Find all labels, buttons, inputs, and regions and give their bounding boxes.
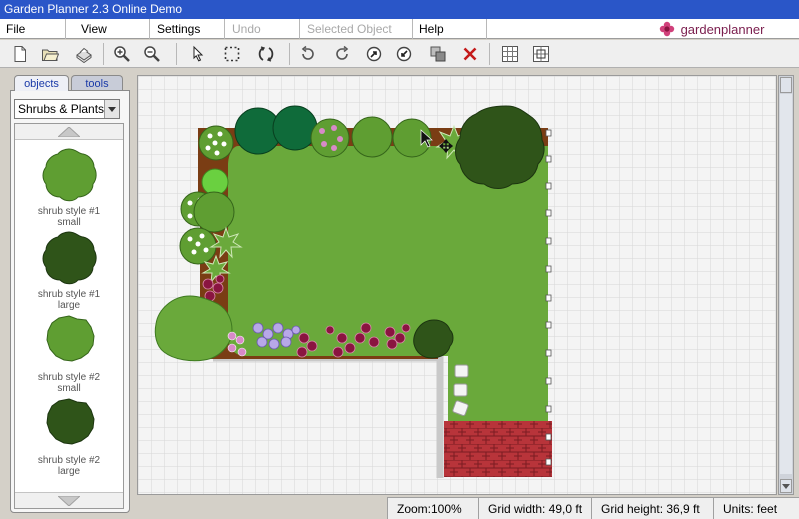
select-tool-button[interactable] bbox=[186, 42, 210, 66]
shrub-size-label: small bbox=[57, 383, 81, 394]
menu-settings[interactable]: Settings bbox=[151, 19, 225, 39]
open-button[interactable] bbox=[38, 42, 62, 66]
large-tree[interactable] bbox=[455, 105, 545, 189]
shrub-light[interactable] bbox=[351, 116, 393, 158]
shrub-size-label: large bbox=[57, 300, 81, 311]
dark-shrub[interactable] bbox=[413, 319, 454, 359]
stepping-stone[interactable] bbox=[453, 383, 468, 397]
grid-toggle-button[interactable] bbox=[498, 42, 522, 66]
marquee-select-button[interactable] bbox=[220, 42, 244, 66]
window-title: Garden Planner 2.3 Online Demo bbox=[4, 2, 183, 16]
scroll-down-arrow-icon bbox=[58, 495, 80, 506]
scroll-down-button[interactable] bbox=[780, 479, 792, 493]
delete-icon bbox=[463, 47, 477, 61]
shrub-label: shrub style #2 bbox=[37, 372, 101, 383]
print-button[interactable] bbox=[72, 42, 96, 66]
units-status: Units: feet bbox=[713, 498, 799, 519]
menu-view[interactable]: View bbox=[75, 19, 150, 39]
canvas-vertical-scrollbar[interactable] bbox=[778, 75, 794, 495]
chevron-down-icon[interactable] bbox=[104, 100, 119, 118]
shrub-label: shrub style #1 bbox=[37, 289, 101, 300]
rotate-left-icon bbox=[301, 45, 314, 60]
rotate-button[interactable] bbox=[254, 42, 278, 66]
zoom-out-icon bbox=[144, 46, 160, 62]
logo-text: gardenplanner bbox=[680, 21, 765, 37]
grid-height-status: Grid height: 36,9 ft bbox=[591, 498, 713, 519]
menu-selected-object[interactable]: Selected Object bbox=[301, 19, 413, 39]
tab-tools[interactable]: tools bbox=[71, 75, 123, 91]
shrub-style-2-large-icon bbox=[46, 398, 95, 445]
rotate-right-icon bbox=[336, 45, 349, 60]
open-folder-icon bbox=[42, 49, 59, 61]
new-file-icon bbox=[14, 46, 26, 62]
scroll-up-arrow-icon bbox=[58, 126, 80, 137]
rotate-right-button[interactable] bbox=[330, 42, 354, 66]
shrub-label: shrub style #2 bbox=[37, 455, 101, 466]
window-title-bar: Garden Planner 2.3 Online Demo bbox=[0, 0, 799, 19]
zoom-out-button[interactable] bbox=[140, 42, 164, 66]
group-button[interactable] bbox=[426, 42, 450, 66]
category-select-value: Shrubs & Plants bbox=[18, 102, 105, 116]
new-file-button[interactable] bbox=[8, 42, 32, 66]
send-backward-button[interactable] bbox=[392, 42, 416, 66]
select-arrow-icon bbox=[193, 45, 204, 62]
menu-help[interactable]: Help bbox=[413, 19, 487, 39]
list-scroll-down[interactable] bbox=[15, 492, 123, 508]
shrub-bright[interactable] bbox=[201, 168, 229, 196]
bring-forward-icon bbox=[366, 46, 382, 62]
object-list: shrub style #1 small shrub style #1 larg… bbox=[14, 123, 124, 509]
menu-file[interactable]: File bbox=[0, 19, 66, 39]
list-scroll-up[interactable] bbox=[15, 124, 123, 140]
flower-logo-icon bbox=[659, 21, 674, 37]
shrub-style-1-large[interactable]: shrub style #1 large bbox=[15, 229, 123, 311]
shrub-style-2-large[interactable]: shrub style #2 large bbox=[15, 395, 123, 477]
chevron-down-icon bbox=[782, 483, 790, 489]
garden-plan[interactable] bbox=[138, 76, 777, 495]
panel-body: Shrubs & Plants shrub style #1 small shr… bbox=[10, 90, 130, 513]
shrub-style-1-small[interactable]: shrub style #1 small bbox=[15, 146, 123, 228]
bring-forward-button[interactable] bbox=[362, 42, 386, 66]
tab-objects[interactable]: objects bbox=[14, 75, 69, 91]
category-select[interactable]: Shrubs & Plants bbox=[14, 99, 120, 119]
delete-button[interactable] bbox=[458, 42, 482, 66]
scrollbar-thumb[interactable] bbox=[780, 77, 792, 93]
shrub-light[interactable] bbox=[193, 191, 235, 233]
shrub-style-2-small[interactable]: shrub style #2 small bbox=[15, 312, 123, 394]
scrollbar-track[interactable] bbox=[780, 94, 792, 474]
garden-canvas[interactable] bbox=[137, 75, 777, 495]
menu-bar: File View Settings Undo Selected Object … bbox=[0, 19, 799, 39]
shrub-label: shrub style #1 bbox=[37, 206, 101, 217]
gardenplanner-logo[interactable]: gardenplanner bbox=[624, 19, 799, 39]
menu-undo[interactable]: Undo bbox=[226, 19, 300, 39]
zoom-in-icon bbox=[114, 46, 130, 62]
stepping-stone[interactable] bbox=[454, 364, 469, 378]
snap-grid-icon bbox=[533, 46, 549, 62]
marquee-select-icon bbox=[224, 46, 240, 62]
rotate-left-button[interactable] bbox=[296, 42, 320, 66]
grid-icon bbox=[502, 46, 518, 62]
print-icon bbox=[76, 47, 92, 63]
group-icon bbox=[430, 46, 446, 62]
send-backward-icon bbox=[396, 46, 412, 62]
evergreen-shrub[interactable] bbox=[272, 105, 318, 151]
zoom-status: Zoom:100% bbox=[387, 498, 478, 519]
shrub-size-label: large bbox=[57, 466, 81, 477]
status-bar: Zoom:100% Grid width: 49,0 ft Grid heigh… bbox=[387, 497, 799, 519]
shrub-style-1-small-icon bbox=[42, 148, 97, 202]
rotate-icon bbox=[258, 46, 274, 62]
grid-width-status: Grid width: 49,0 ft bbox=[478, 498, 591, 519]
large-shrub[interactable] bbox=[154, 295, 233, 362]
brick-patio[interactable] bbox=[444, 421, 552, 477]
flowering-shrub-pink[interactable] bbox=[310, 118, 350, 158]
shrub-style-2-small-icon bbox=[46, 315, 95, 362]
object-panel: objects tools Shrubs & Plants shrub styl… bbox=[10, 75, 130, 513]
snap-to-grid-button[interactable] bbox=[529, 42, 553, 66]
zoom-in-button[interactable] bbox=[110, 42, 134, 66]
shrub-size-label: small bbox=[57, 217, 81, 228]
toolbar bbox=[0, 40, 799, 68]
shrub-style-1-large-icon bbox=[42, 231, 97, 285]
